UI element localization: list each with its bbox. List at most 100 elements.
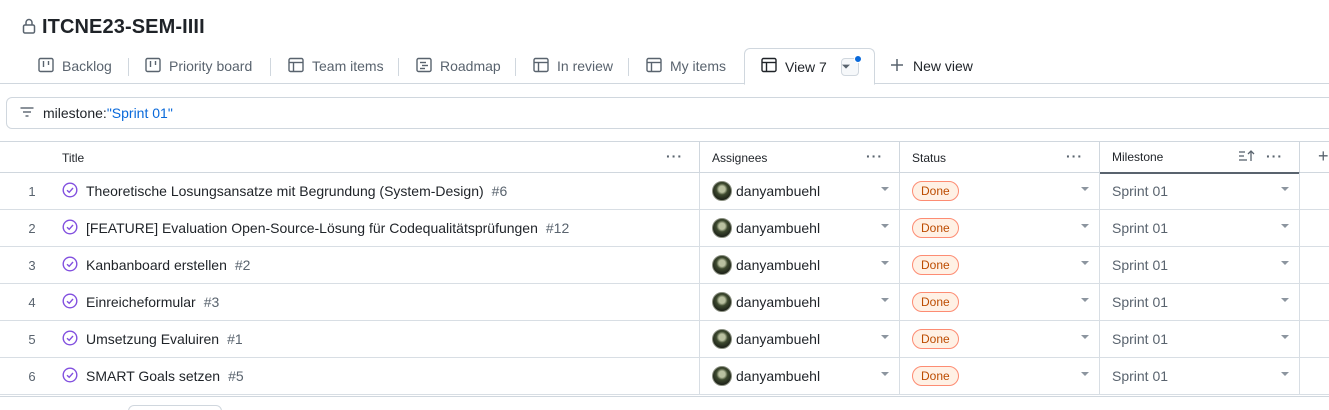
status-cell[interactable]: Done	[900, 358, 1100, 394]
row-number: 5	[28, 331, 36, 347]
column-menu-icon[interactable]: ···	[1066, 148, 1083, 164]
table-row[interactable]: 3 Kanbanboard erstellen #2 danyambuehl D…	[0, 247, 1329, 284]
chevron-down-icon	[841, 64, 850, 69]
table-row[interactable]: 2 [FEATURE] Evaluation Open-Source-Lösun…	[0, 210, 1329, 247]
table-row[interactable]: 4 Einreicheformular #3 danyambuehl Done …	[0, 284, 1329, 321]
issue-number[interactable]: #6	[492, 183, 508, 199]
issue-title-link[interactable]: Kanbanboard erstellen	[86, 257, 227, 273]
chevron-down-icon[interactable]	[1081, 187, 1089, 191]
chevron-down-icon[interactable]	[881, 224, 889, 228]
assignee-cell[interactable]: danyambuehl	[700, 321, 900, 357]
milestone-cell[interactable]: Sprint 01	[1100, 321, 1300, 357]
unsaved-changes-dot	[853, 54, 862, 63]
issue-number[interactable]: #2	[235, 257, 251, 273]
avatar	[712, 366, 732, 386]
tab-view-7[interactable]: View 7	[744, 48, 875, 85]
add-field-icon[interactable]: +	[1318, 146, 1329, 167]
new-view-button[interactable]: New view	[889, 48, 973, 84]
milestone-cell[interactable]: Sprint 01	[1100, 210, 1300, 246]
chevron-down-icon[interactable]	[881, 372, 889, 376]
assignee-cell[interactable]: danyambuehl	[700, 358, 900, 394]
chevron-down-icon[interactable]	[1281, 335, 1289, 339]
table-row[interactable]: 6 SMART Goals setzen #5 danyambuehl Done…	[0, 358, 1329, 395]
column-header-assignees[interactable]: Assignees ···	[700, 142, 900, 173]
title-cell[interactable]: Theoretische Losungsansatze mit Begrundu…	[50, 173, 700, 209]
milestone-cell[interactable]: Sprint 01	[1100, 247, 1300, 283]
filter-input[interactable]: milestone: "Sprint 01"	[6, 97, 1329, 129]
status-cell[interactable]: Done	[900, 210, 1100, 246]
issue-title-link[interactable]: [FEATURE] Evaluation Open-Source-Lösung …	[86, 220, 538, 236]
issue-number[interactable]: #12	[546, 220, 569, 236]
issue-title-link[interactable]: Umsetzung Evaluiren	[86, 331, 219, 347]
sort-ascending-icon[interactable]	[1239, 150, 1255, 165]
add-item-field[interactable]	[128, 405, 222, 410]
chevron-down-icon[interactable]	[1281, 187, 1289, 191]
chevron-down-icon[interactable]	[1081, 261, 1089, 265]
chevron-down-icon[interactable]	[1281, 372, 1289, 376]
table-icon	[288, 57, 312, 76]
assignee-cell[interactable]: danyambuehl	[700, 247, 900, 283]
milestone-cell[interactable]: Sprint 01	[1100, 358, 1300, 394]
chevron-down-icon[interactable]	[1081, 372, 1089, 376]
issue-number[interactable]: #5	[228, 368, 244, 384]
column-menu-icon[interactable]: ···	[666, 148, 683, 164]
issue-title-link[interactable]: Einreicheformular	[86, 294, 196, 310]
status-cell[interactable]: Done	[900, 284, 1100, 320]
title-cell[interactable]: [FEATURE] Evaluation Open-Source-Lösung …	[50, 210, 700, 246]
chevron-down-icon[interactable]	[881, 261, 889, 265]
table-row[interactable]: 5 Umsetzung Evaluiren #1 danyambuehl Don…	[0, 321, 1329, 358]
project-title: ITCNE23-SEM-IIII	[42, 15, 205, 38]
column-menu-icon[interactable]: ···	[866, 148, 883, 164]
chevron-down-icon[interactable]	[1281, 224, 1289, 228]
status-cell[interactable]: Done	[900, 173, 1100, 209]
issue-closed-icon	[62, 181, 86, 201]
column-label: Assignees	[712, 150, 768, 165]
title-cell[interactable]: Umsetzung Evaluiren #1	[50, 321, 700, 357]
issue-number[interactable]: #1	[227, 331, 243, 347]
milestone-cell[interactable]: Sprint 01	[1100, 173, 1300, 209]
chevron-down-icon[interactable]	[881, 187, 889, 191]
status-cell[interactable]: Done	[900, 247, 1100, 283]
avatar	[712, 255, 732, 275]
assignee-name: danyambuehl	[736, 294, 821, 310]
chevron-down-icon[interactable]	[1081, 224, 1089, 228]
assignee-cell[interactable]: danyambuehl	[700, 173, 900, 209]
issue-number[interactable]: #3	[204, 294, 220, 310]
avatar	[712, 329, 732, 349]
issue-title-link[interactable]: Theoretische Losungsansatze mit Begrundu…	[86, 183, 484, 199]
chevron-down-icon[interactable]	[1281, 298, 1289, 302]
column-header-title[interactable]: Title ···	[50, 142, 700, 173]
column-header-milestone[interactable]: Milestone ···	[1100, 142, 1300, 174]
chevron-down-icon[interactable]	[881, 298, 889, 302]
assignee-name: danyambuehl	[736, 257, 821, 273]
tab-backlog[interactable]: Backlog	[38, 48, 112, 84]
issue-title-link[interactable]: SMART Goals setzen	[86, 368, 220, 384]
assignee-name: danyambuehl	[736, 220, 821, 236]
title-cell[interactable]: Einreicheformular #3	[50, 284, 700, 320]
assignee-cell[interactable]: danyambuehl	[700, 210, 900, 246]
tab-label: Roadmap	[440, 58, 501, 74]
chevron-down-icon[interactable]	[1081, 335, 1089, 339]
title-cell[interactable]: Kanbanboard erstellen #2	[50, 247, 700, 283]
tab-roadmap[interactable]: Roadmap	[416, 48, 501, 84]
title-cell[interactable]: SMART Goals setzen #5	[50, 358, 700, 394]
issue-closed-icon	[62, 366, 86, 386]
status-badge: Done	[912, 329, 959, 349]
milestone-cell[interactable]: Sprint 01	[1100, 284, 1300, 320]
tab-priority-board[interactable]: Priority board	[145, 48, 252, 84]
chevron-down-icon[interactable]	[881, 335, 889, 339]
assignee-cell[interactable]: danyambuehl	[700, 284, 900, 320]
tab-my-items[interactable]: My items	[646, 48, 726, 84]
table-icon	[761, 57, 785, 76]
view-options-button[interactable]	[840, 54, 862, 76]
status-cell[interactable]: Done	[900, 321, 1100, 357]
column-header-status[interactable]: Status ···	[900, 142, 1100, 173]
tab-in-review[interactable]: In review	[533, 48, 613, 84]
status-badge: Done	[912, 255, 959, 275]
column-menu-icon[interactable]: ···	[1266, 148, 1283, 164]
chevron-down-icon[interactable]	[1081, 298, 1089, 302]
chevron-down-icon[interactable]	[1281, 261, 1289, 265]
issue-closed-icon	[62, 329, 86, 349]
table-row[interactable]: 1 Theoretische Losungsansatze mit Begrun…	[0, 173, 1329, 210]
tab-team-items[interactable]: Team items	[288, 48, 384, 84]
